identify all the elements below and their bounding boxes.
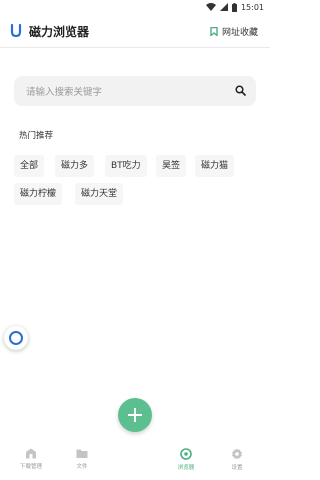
tag-chip[interactable]: 磁力多: [55, 155, 95, 177]
status-bar: 15:01: [0, 0, 270, 14]
signal-icon: [219, 3, 228, 11]
floating-assist-button[interactable]: [4, 326, 28, 350]
status-time: 15:01: [240, 2, 264, 12]
nav-browser[interactable]: 浏览器: [166, 448, 206, 471]
tag-chip[interactable]: 昊签: [156, 155, 187, 177]
bookmark-icon: [210, 27, 218, 36]
app-logo-icon: [10, 24, 22, 38]
app-title: 磁力浏览器: [29, 25, 90, 39]
hot-section-title: 热门推荐: [19, 131, 54, 141]
nav-download-manager[interactable]: 下载管理: [11, 448, 51, 470]
nav-settings[interactable]: 设置: [217, 448, 257, 471]
wifi-icon: [205, 3, 216, 11]
nav-label: 下载管理: [19, 464, 42, 470]
folder-icon: [76, 449, 88, 458]
ring-icon: [9, 331, 23, 345]
search-bar: [14, 76, 256, 108]
browser-icon: [180, 448, 192, 460]
search-input[interactable]: [24, 76, 228, 108]
nav-label: 浏览器: [177, 465, 195, 471]
tag-chip[interactable]: BT吃力: [105, 155, 147, 177]
tag-chip[interactable]: 磁力猫: [195, 155, 235, 177]
tag-chip[interactable]: 磁力柠檬: [14, 183, 63, 205]
search-icon[interactable]: [235, 85, 246, 96]
bookmarks-label: 网址收藏: [221, 28, 258, 38]
bookmarks-button[interactable]: 网址收藏: [210, 25, 258, 38]
app-header: 磁力浏览器 网址收藏: [0, 14, 270, 48]
add-button[interactable]: [118, 398, 152, 432]
tag-chip[interactable]: 磁力天堂: [75, 183, 124, 205]
gear-icon: [232, 448, 242, 460]
nav-files[interactable]: 文件: [62, 448, 102, 470]
tag-chip[interactable]: 全部: [14, 155, 45, 177]
bottom-navigation: 下载管理 文件 浏览器 设置: [0, 436, 270, 480]
nav-label: 文件: [76, 464, 88, 470]
battery-icon: [231, 2, 237, 12]
download-manager-icon: [26, 448, 36, 459]
nav-label: 设置: [231, 465, 243, 471]
